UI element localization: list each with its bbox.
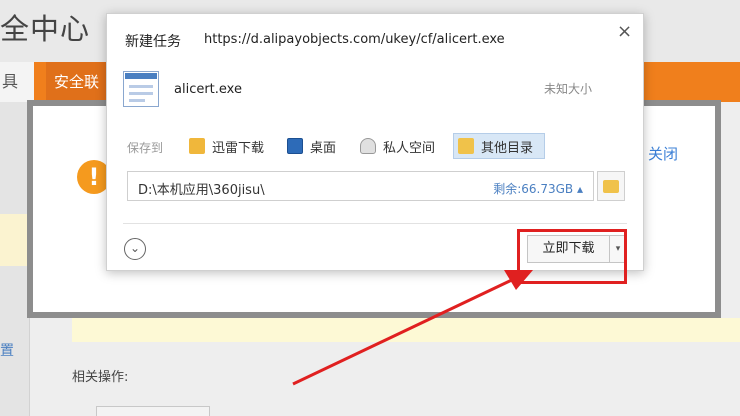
annotation-arrow xyxy=(292,270,533,386)
